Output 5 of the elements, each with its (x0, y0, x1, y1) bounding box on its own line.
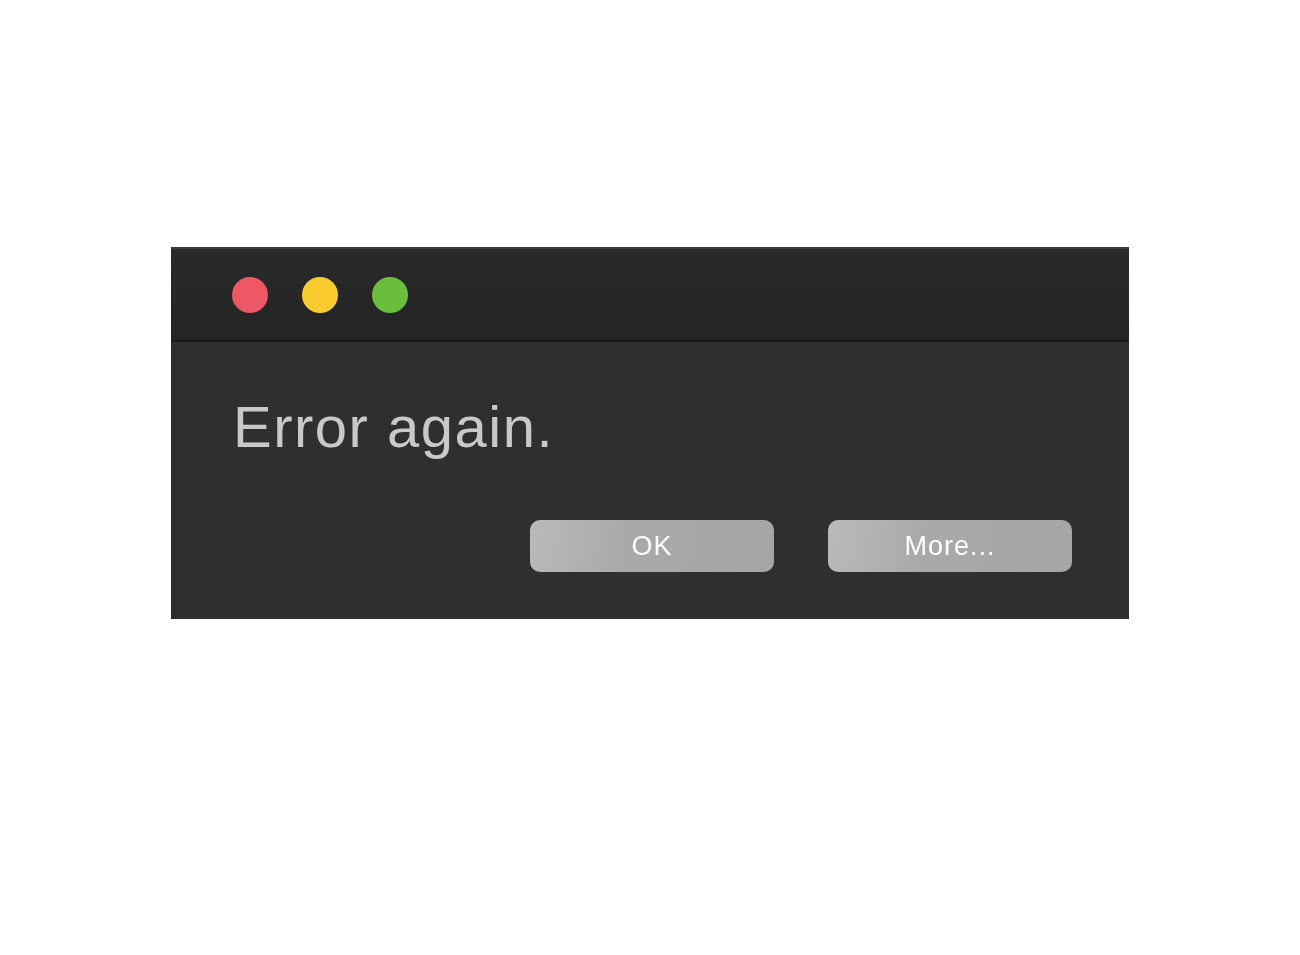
window-control-icon[interactable] (232, 276, 268, 313)
dialog-button[interactable]: OK (530, 520, 774, 572)
dialog-button[interactable]: More... (828, 520, 1072, 572)
window-control-icon[interactable] (302, 276, 338, 313)
window-control-icon[interactable] (372, 276, 408, 313)
